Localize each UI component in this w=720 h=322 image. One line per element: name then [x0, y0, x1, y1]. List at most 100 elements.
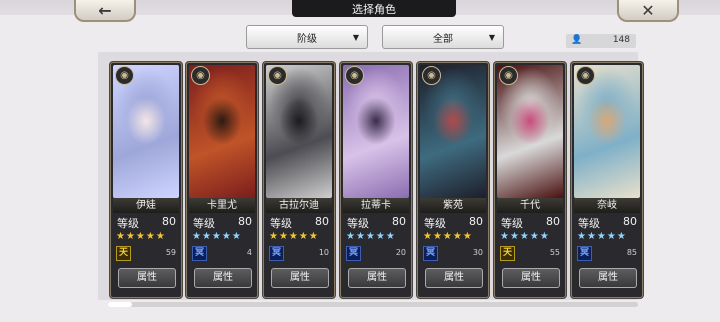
level-row: 等级 80	[191, 215, 253, 230]
close-icon: ✕	[641, 0, 655, 20]
character-name: 卡里尤	[189, 198, 255, 213]
emblem-icon: ◉	[422, 66, 441, 85]
element-badge: 冥	[346, 246, 361, 261]
badge-count: 30	[472, 248, 483, 257]
scrollbar-thumb[interactable]	[108, 302, 132, 307]
rank-filter-label: 阶级	[297, 33, 317, 45]
level-label: 等级	[578, 217, 600, 230]
character-name: 古拉尔迪	[266, 198, 332, 213]
element-badge: 冥	[423, 246, 438, 261]
level-row: 等级 80	[268, 215, 330, 230]
badge-row: 冥 10	[268, 246, 330, 261]
element-badge: 天	[116, 246, 131, 261]
character-portrait: ◉	[189, 65, 255, 198]
character-card[interactable]: ◉ 伊娃 等级 80 ★★★★★ 天 59 属性	[110, 62, 182, 298]
star-rating: ★★★★★	[116, 231, 166, 242]
back-button[interactable]: ←	[74, 0, 136, 22]
character-card[interactable]: ◉ 古拉尔迪 等级 80 ★★★★★ 冥 10 属性	[263, 62, 335, 298]
level-value: 80	[162, 215, 176, 228]
level-row: 等级 80	[422, 215, 484, 230]
level-value: 80	[238, 215, 252, 228]
attribute-button[interactable]: 属性	[118, 268, 176, 288]
level-label: 等级	[117, 217, 139, 230]
element-badge: 冥	[577, 246, 592, 261]
left-arrow-icon: ←	[98, 0, 112, 20]
level-row: 等级 80	[499, 215, 561, 230]
close-button[interactable]: ✕	[617, 0, 679, 22]
character-name: 紫苑	[420, 198, 486, 213]
character-name: 千代	[497, 198, 563, 213]
level-label: 等级	[501, 217, 523, 230]
character-card[interactable]: ◉ 拉蒂卡 等级 80 ★★★★★ 冥 20 属性	[340, 62, 412, 298]
level-value: 80	[315, 215, 329, 228]
character-card[interactable]: ◉ 卡里尤 等级 80 ★★★★★ 冥 4 属性	[186, 62, 258, 298]
character-portrait: ◉	[497, 65, 563, 198]
rank-filter-dropdown[interactable]: 阶级 ▼	[246, 25, 368, 49]
level-value: 80	[623, 215, 637, 228]
attribute-button[interactable]: 属性	[271, 268, 329, 288]
attribute-button[interactable]: 属性	[194, 268, 252, 288]
person-icon: 👤	[571, 35, 583, 45]
attribute-button[interactable]: 属性	[579, 268, 637, 288]
level-value: 80	[392, 215, 406, 228]
badge-row: 冥 4	[191, 246, 253, 261]
character-name: 奈岐	[574, 198, 640, 213]
character-portrait: ◉	[113, 65, 179, 198]
badge-row: 天 55	[499, 246, 561, 261]
star-rating: ★★★★★	[269, 231, 319, 242]
character-portrait: ◉	[420, 65, 486, 198]
badge-row: 冥 20	[345, 246, 407, 261]
character-portrait: ◉	[574, 65, 640, 198]
character-card[interactable]: ◉ 千代 等级 80 ★★★★★ 天 55 属性	[494, 62, 566, 298]
chevron-down-icon: ▼	[488, 32, 495, 42]
star-rating: ★★★★★	[500, 231, 550, 242]
emblem-icon: ◉	[345, 66, 364, 85]
level-value: 80	[546, 215, 560, 228]
character-portrait: ◉	[343, 65, 409, 198]
character-portrait: ◉	[266, 65, 332, 198]
level-row: 等级 80	[345, 215, 407, 230]
level-label: 等级	[193, 217, 215, 230]
level-label: 等级	[347, 217, 369, 230]
emblem-icon: ◉	[191, 66, 210, 85]
badge-count: 10	[318, 248, 329, 257]
star-rating: ★★★★★	[577, 231, 627, 242]
page-title: 选择角色	[292, 0, 456, 17]
star-rating: ★★★★★	[423, 231, 473, 242]
badge-count: 85	[626, 248, 637, 257]
level-row: 等级 80	[576, 215, 638, 230]
character-card[interactable]: ◉ 奈岐 等级 80 ★★★★★ 冥 85 属性	[571, 62, 643, 298]
badge-count: 4	[246, 248, 252, 257]
character-count-box: 👤 148	[566, 34, 636, 48]
scrollbar-track[interactable]	[108, 302, 638, 307]
star-rating: ★★★★★	[346, 231, 396, 242]
character-name: 伊娃	[113, 198, 179, 213]
character-card[interactable]: ◉ 紫苑 等级 80 ★★★★★ 冥 30 属性	[417, 62, 489, 298]
badge-count: 20	[395, 248, 406, 257]
attribute-button[interactable]: 属性	[425, 268, 483, 288]
element-badge: 冥	[269, 246, 284, 261]
emblem-icon: ◉	[576, 66, 595, 85]
chevron-down-icon: ▼	[352, 32, 359, 42]
category-filter-label: 全部	[433, 33, 453, 45]
element-badge: 天	[500, 246, 515, 261]
badge-count: 59	[165, 248, 176, 257]
badge-row: 天 59	[115, 246, 177, 261]
level-row: 等级 80	[115, 215, 177, 230]
level-label: 等级	[270, 217, 292, 230]
character-name: 拉蒂卡	[343, 198, 409, 213]
level-value: 80	[469, 215, 483, 228]
star-rating: ★★★★★	[192, 231, 242, 242]
attribute-button[interactable]: 属性	[348, 268, 406, 288]
level-label: 等级	[424, 217, 446, 230]
element-badge: 冥	[192, 246, 207, 261]
attribute-button[interactable]: 属性	[502, 268, 560, 288]
emblem-icon: ◉	[268, 66, 287, 85]
badge-count: 55	[549, 248, 560, 257]
badge-row: 冥 85	[576, 246, 638, 261]
character-count: 148	[612, 35, 630, 45]
category-filter-dropdown[interactable]: 全部 ▼	[382, 25, 504, 49]
badge-row: 冥 30	[422, 246, 484, 261]
emblem-icon: ◉	[115, 66, 134, 85]
emblem-icon: ◉	[499, 66, 518, 85]
